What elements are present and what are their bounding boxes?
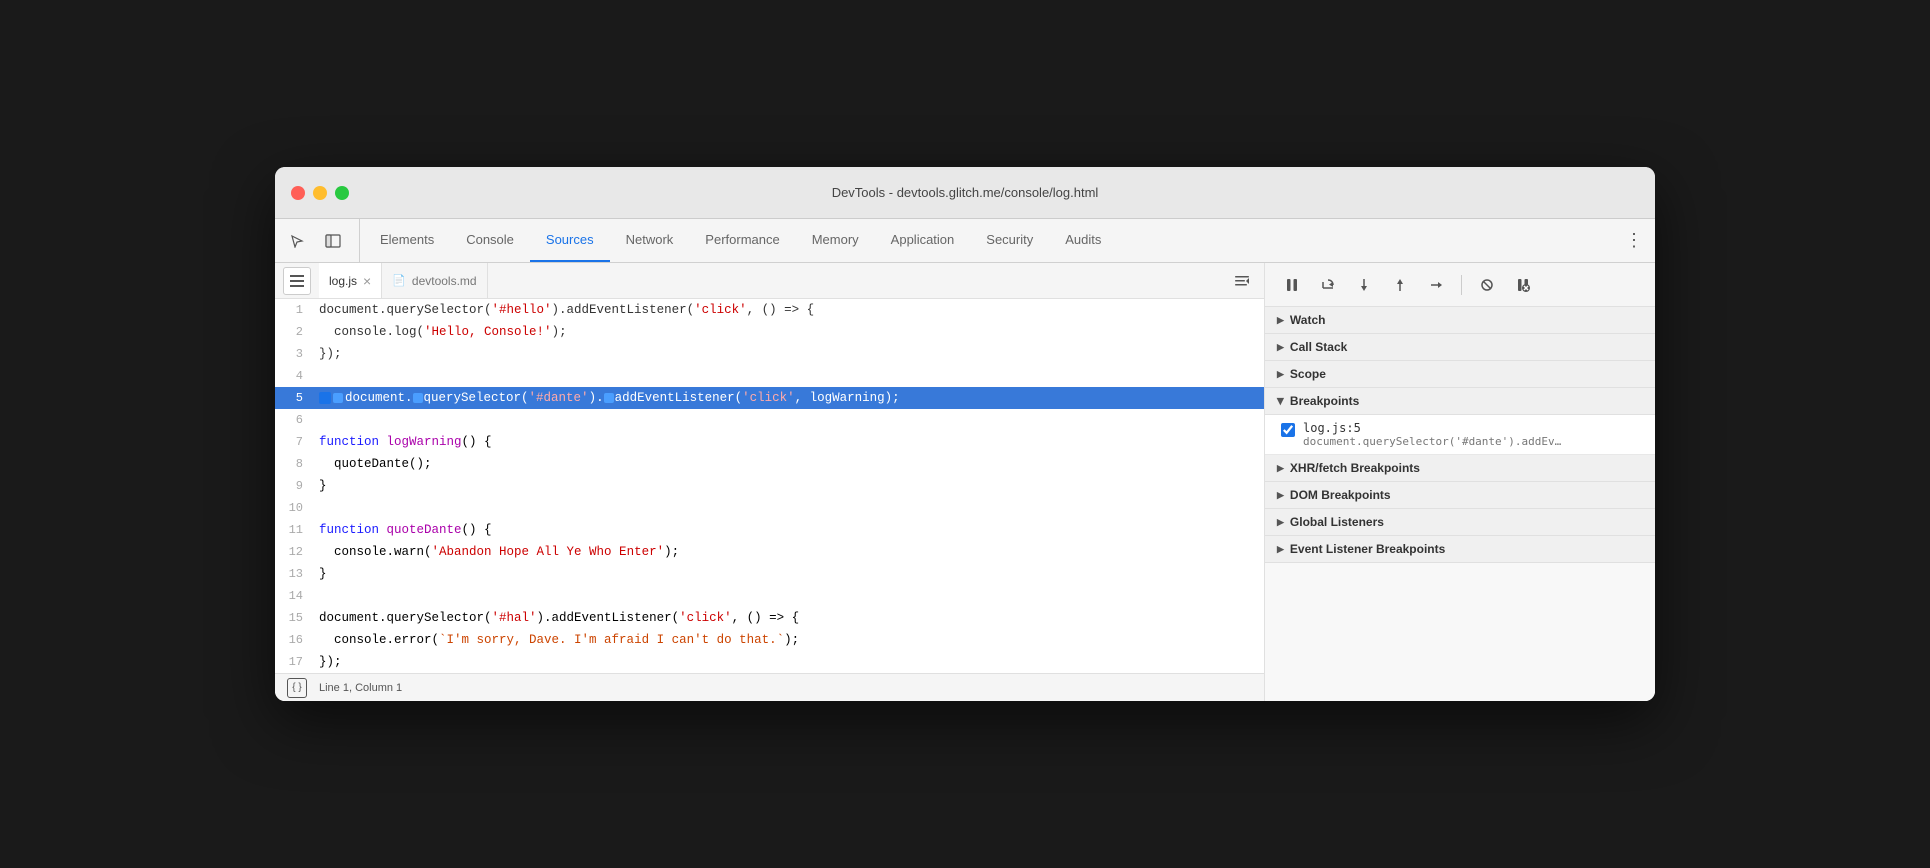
code-line-11: 11 function quoteDante() { — [275, 519, 1264, 541]
debugger-toolbar — [1265, 263, 1655, 307]
tab-memory[interactable]: Memory — [796, 219, 875, 262]
breakpoint-info: log.js:5 document.querySelector('#dante'… — [1303, 421, 1639, 448]
close-button[interactable] — [291, 186, 305, 200]
watch-section-header[interactable]: ▶ Watch — [1265, 307, 1655, 334]
event-label: Event Listener Breakpoints — [1290, 542, 1445, 556]
breakpoint-location: log.js:5 — [1303, 421, 1639, 435]
debugger-sections: ▶ Watch ▶ Call Stack ▶ Scope ▶ Breakpoin… — [1265, 307, 1655, 701]
scope-label: Scope — [1290, 367, 1326, 381]
dom-triangle: ▶ — [1277, 490, 1284, 501]
tab-application[interactable]: Application — [875, 219, 971, 262]
code-line-15: 15 document.querySelector('#hal').addEve… — [275, 607, 1264, 629]
breakpoint-item-1: log.js:5 document.querySelector('#dante'… — [1265, 415, 1655, 454]
call-stack-triangle: ▶ — [1277, 342, 1284, 353]
code-line-3: 3 }); — [275, 343, 1264, 365]
dock-icon[interactable] — [319, 227, 347, 255]
tab-elements[interactable]: Elements — [364, 219, 450, 262]
code-line-14: 14 — [275, 585, 1264, 607]
deactivate-breakpoints-button[interactable] — [1472, 270, 1502, 300]
toolbar-separator — [1461, 275, 1462, 295]
devtools-window: DevTools - devtools.glitch.me/console/lo… — [275, 167, 1655, 701]
editor-toolbar — [488, 267, 1264, 295]
xhr-label: XHR/fetch Breakpoints — [1290, 461, 1420, 475]
step-out-button[interactable] — [1385, 270, 1415, 300]
more-tabs-button[interactable]: ⋮ — [1613, 219, 1655, 262]
format-icon[interactable]: { } — [287, 678, 307, 698]
code-line-16: 16 console.error(`I'm sorry, Dave. I'm a… — [275, 629, 1264, 651]
code-line-17: 17 }); — [275, 651, 1264, 673]
breakpoints-label: Breakpoints — [1290, 394, 1359, 408]
dom-label: DOM Breakpoints — [1290, 488, 1391, 502]
file-icon-md: 📄 — [392, 274, 406, 287]
tab-icons — [283, 219, 360, 262]
maximize-button[interactable] — [335, 186, 349, 200]
step-into-button[interactable] — [1349, 270, 1379, 300]
code-line-12: 12 console.warn('Abandon Hope All Ye Who… — [275, 541, 1264, 563]
xhr-triangle: ▶ — [1277, 463, 1284, 474]
step-over-button[interactable] — [1313, 270, 1343, 300]
breakpoints-section-header[interactable]: ▶ Breakpoints — [1265, 388, 1655, 415]
breakpoint-checkbox[interactable] — [1281, 423, 1295, 437]
cursor-icon[interactable] — [283, 227, 311, 255]
breakpoints-triangle: ▶ — [1275, 398, 1286, 405]
code-editor[interactable]: 1 document.querySelector('#hello').addEv… — [275, 299, 1264, 673]
tab-network[interactable]: Network — [610, 219, 690, 262]
window-title: DevTools - devtools.glitch.me/console/lo… — [832, 185, 1099, 200]
pause-on-exceptions-button[interactable] — [1508, 270, 1538, 300]
editor-panel: log.js × 📄 devtools.md — [275, 263, 1265, 701]
code-line-1: 1 document.querySelector('#hello').addEv… — [275, 299, 1264, 321]
global-listeners-section-header[interactable]: ▶ Global Listeners — [1265, 509, 1655, 536]
tab-security[interactable]: Security — [970, 219, 1049, 262]
code-line-2: 2 console.log('Hello, Console!'); — [275, 321, 1264, 343]
main-content: log.js × 📄 devtools.md — [275, 263, 1655, 701]
tab-bar: Elements Console Sources Network Perform… — [275, 219, 1655, 263]
breakpoint-code: document.querySelector('#dante').addEv… — [1303, 435, 1603, 448]
file-tab-log-js[interactable]: log.js × — [319, 263, 382, 298]
tab-performance[interactable]: Performance — [689, 219, 795, 262]
global-label: Global Listeners — [1290, 515, 1384, 529]
tab-console[interactable]: Console — [450, 219, 530, 262]
title-bar: DevTools - devtools.glitch.me/console/lo… — [275, 167, 1655, 219]
code-line-10: 10 — [275, 497, 1264, 519]
tab-audits[interactable]: Audits — [1049, 219, 1117, 262]
code-line-4: 4 — [275, 365, 1264, 387]
file-tab-label-log-js: log.js — [329, 274, 357, 288]
debugger-panel: ▶ Watch ▶ Call Stack ▶ Scope ▶ Breakpoin… — [1265, 263, 1655, 701]
editor-tabs: log.js × 📄 devtools.md — [275, 263, 1264, 299]
call-stack-label: Call Stack — [1290, 340, 1347, 354]
breakpoints-content: log.js:5 document.querySelector('#dante'… — [1265, 415, 1655, 455]
watch-triangle: ▶ — [1277, 315, 1284, 326]
tab-sources[interactable]: Sources — [530, 219, 610, 262]
dom-breakpoints-section-header[interactable]: ▶ DOM Breakpoints — [1265, 482, 1655, 509]
cursor-position: Line 1, Column 1 — [319, 682, 402, 694]
scope-triangle: ▶ — [1277, 369, 1284, 380]
step-button[interactable] — [1421, 270, 1451, 300]
event-listener-section-header[interactable]: ▶ Event Listener Breakpoints — [1265, 536, 1655, 563]
code-line-8: 8 quoteDante(); — [275, 453, 1264, 475]
sidebar-toggle-button[interactable] — [283, 267, 311, 295]
status-bar: { } Line 1, Column 1 — [275, 673, 1264, 701]
close-tab-log-js[interactable]: × — [363, 274, 371, 288]
pause-resume-button[interactable] — [1277, 270, 1307, 300]
code-line-7: 7 function logWarning() { — [275, 431, 1264, 453]
minimize-button[interactable] — [313, 186, 327, 200]
scope-section-header[interactable]: ▶ Scope — [1265, 361, 1655, 388]
event-triangle: ▶ — [1277, 544, 1284, 555]
file-tab-devtools-md[interactable]: 📄 devtools.md — [382, 263, 487, 298]
code-line-9: 9 } — [275, 475, 1264, 497]
xhr-fetch-section-header[interactable]: ▶ XHR/fetch Breakpoints — [1265, 455, 1655, 482]
global-triangle: ▶ — [1277, 517, 1284, 528]
call-stack-section-header[interactable]: ▶ Call Stack — [1265, 334, 1655, 361]
code-line-5: 5 document.querySelector('#dante').addEv… — [275, 387, 1264, 409]
watch-label: Watch — [1290, 313, 1326, 327]
code-line-6: 6 — [275, 409, 1264, 431]
code-line-13: 13 } — [275, 563, 1264, 585]
format-button[interactable] — [1228, 267, 1256, 295]
file-tab-label-devtools-md: devtools.md — [412, 274, 477, 288]
window-controls — [291, 186, 349, 200]
